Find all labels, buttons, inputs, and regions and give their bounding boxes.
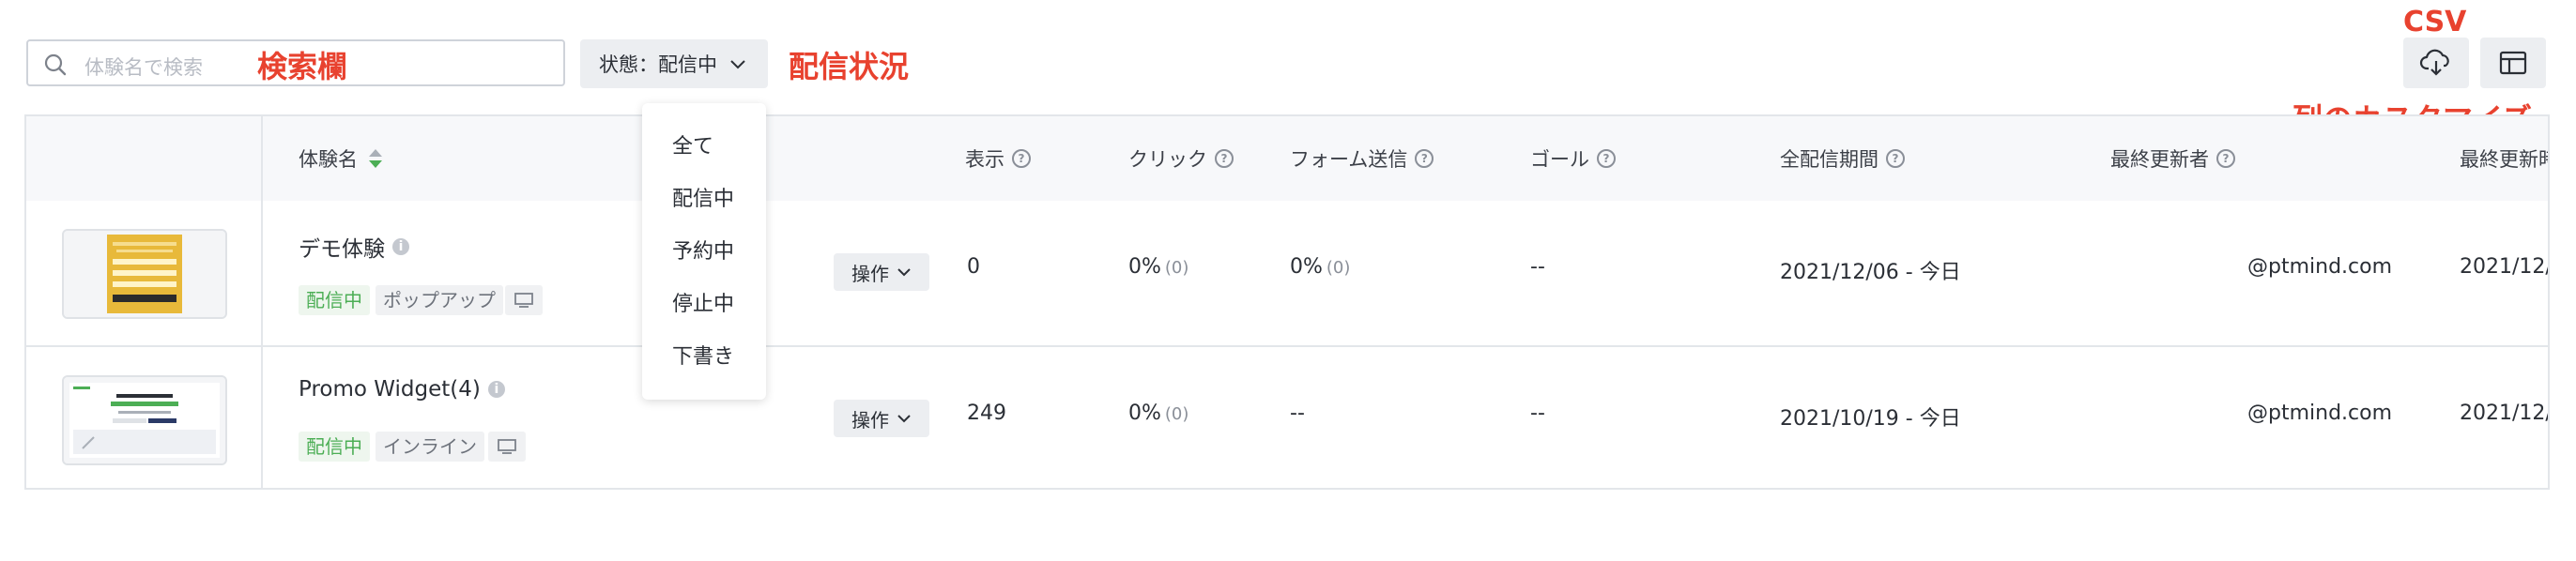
- table-header: 体験名 表示? クリック? フォーム送信? ゴール? 全配信期間? 最終更新者?…: [26, 116, 2550, 203]
- type-badge: インライン: [376, 432, 484, 462]
- experience-thumbnail[interactable]: [62, 375, 227, 465]
- goal-value: --: [1530, 402, 1545, 425]
- form-value: --: [1290, 402, 1305, 425]
- header-clicks-label: クリック: [1128, 148, 1207, 171]
- search-annotation: 検索欄: [257, 49, 348, 84]
- form-rate: 0%: [1290, 255, 1323, 279]
- period-value: 2021/12/06 - 今日: [1780, 261, 1961, 284]
- status-dropdown-menu: 全て 配信中 予約中 停止中 下書き: [642, 103, 766, 400]
- desktop-icon: [488, 432, 526, 462]
- header-updated: 最終更新時: [2460, 144, 2550, 173]
- form-value: 0% (0): [1290, 255, 1350, 279]
- csv-annotation: CSV: [2403, 6, 2467, 38]
- type-badge: ポップアップ: [376, 285, 503, 315]
- header-impressions-label: 表示: [965, 148, 1004, 171]
- clicks-count: (0): [1164, 404, 1189, 424]
- status-filter-label: 状態：: [599, 53, 658, 76]
- search-icon: [44, 53, 67, 76]
- info-icon[interactable]: i: [487, 381, 505, 398]
- desktop-icon: [505, 285, 543, 315]
- status-annotation: 配信状況: [789, 49, 910, 84]
- help-icon[interactable]: ?: [1012, 149, 1031, 168]
- csv-download-button[interactable]: [2403, 38, 2469, 88]
- updated-value: 2021/12/: [2460, 255, 2550, 279]
- header-goal-label: ゴール: [1530, 148, 1589, 171]
- help-icon[interactable]: ?: [2216, 149, 2235, 168]
- status-filter-value: 配信中: [658, 53, 717, 76]
- experience-name[interactable]: Promo Widget(4) i: [299, 377, 505, 402]
- status-option-all[interactable]: 全て: [672, 129, 713, 159]
- form-count: (0): [1326, 258, 1351, 278]
- help-icon[interactable]: ?: [1886, 149, 1905, 168]
- header-clicks: クリック?: [1128, 144, 1234, 173]
- goal-value: --: [1530, 255, 1545, 279]
- status-option-active[interactable]: 配信中: [672, 182, 734, 212]
- status-filter-button[interactable]: 状態： 配信中: [580, 39, 768, 88]
- header-form: フォーム送信?: [1290, 144, 1434, 173]
- header-name-label: 体験名: [299, 148, 358, 171]
- column-divider: [261, 116, 263, 488]
- column-customize-button[interactable]: [2480, 38, 2546, 88]
- operation-label: 操作: [851, 262, 889, 285]
- table-row[interactable]: Promo Widget(4) i 配信中 インライン 操作 249 0% (0)…: [26, 347, 2550, 488]
- period-value: 2021/10/19 - 今日: [1780, 407, 1961, 431]
- layout-icon: [2499, 51, 2527, 75]
- header-period: 全配信期間?: [1780, 144, 1905, 173]
- help-icon[interactable]: ?: [1215, 149, 1234, 168]
- updater-value: @ptmind.com: [2247, 402, 2393, 425]
- header-updater: 最終更新者?: [2110, 144, 2235, 173]
- impressions-value: 0: [967, 255, 980, 279]
- updated-value: 2021/12/: [2460, 402, 2550, 425]
- status-option-draft[interactable]: 下書き: [672, 340, 734, 370]
- experience-name-text: デモ体験: [299, 237, 385, 262]
- header-updated-label: 最終更新時: [2460, 148, 2550, 171]
- widget-preview-image: [64, 377, 225, 463]
- experience-thumbnail[interactable]: [62, 229, 227, 319]
- header-impressions: 表示?: [965, 144, 1031, 173]
- sort-icon[interactable]: [367, 146, 384, 171]
- help-icon[interactable]: ?: [1415, 149, 1434, 168]
- info-icon[interactable]: i: [392, 238, 409, 255]
- header-period-label: 全配信期間: [1780, 148, 1878, 171]
- operation-label: 操作: [851, 408, 889, 432]
- chevron-down-icon: [897, 268, 911, 277]
- experience-table: 体験名 表示? クリック? フォーム送信? ゴール? 全配信期間? 最終更新者?…: [24, 114, 2550, 490]
- help-icon[interactable]: ?: [1597, 149, 1616, 168]
- experience-name-text: Promo Widget(4): [299, 377, 481, 402]
- clicks-value: 0% (0): [1128, 402, 1188, 425]
- chevron-down-icon: [897, 415, 911, 423]
- experience-name[interactable]: デモ体験 i: [299, 231, 409, 263]
- popup-preview-image: [64, 231, 225, 317]
- operation-button[interactable]: 操作: [834, 253, 929, 291]
- search-placeholder: 体験名で検索: [84, 56, 203, 79]
- header-name[interactable]: 体験名: [299, 144, 384, 173]
- impressions-value: 249: [967, 402, 1006, 425]
- status-badge: 配信中: [299, 432, 370, 462]
- cloud-download-icon: [2419, 49, 2449, 76]
- clicks-rate: 0%: [1128, 255, 1161, 279]
- clicks-rate: 0%: [1128, 402, 1161, 425]
- clicks-value: 0% (0): [1128, 255, 1188, 279]
- status-badge: 配信中: [299, 285, 370, 315]
- header-form-label: フォーム送信: [1290, 148, 1408, 171]
- status-option-scheduled[interactable]: 予約中: [672, 235, 734, 265]
- operation-button[interactable]: 操作: [834, 400, 929, 437]
- chevron-down-icon: [730, 60, 745, 69]
- header-goal: ゴール?: [1530, 144, 1616, 173]
- header-updater-label: 最終更新者: [2110, 148, 2209, 171]
- updater-value: @ptmind.com: [2247, 255, 2393, 279]
- status-option-stopped[interactable]: 停止中: [672, 287, 734, 317]
- clicks-count: (0): [1164, 258, 1189, 278]
- table-row[interactable]: デモ体験 i 配信中 ポップアップ 操作 0 0% (0) 0% (0) -- 20…: [26, 201, 2550, 347]
